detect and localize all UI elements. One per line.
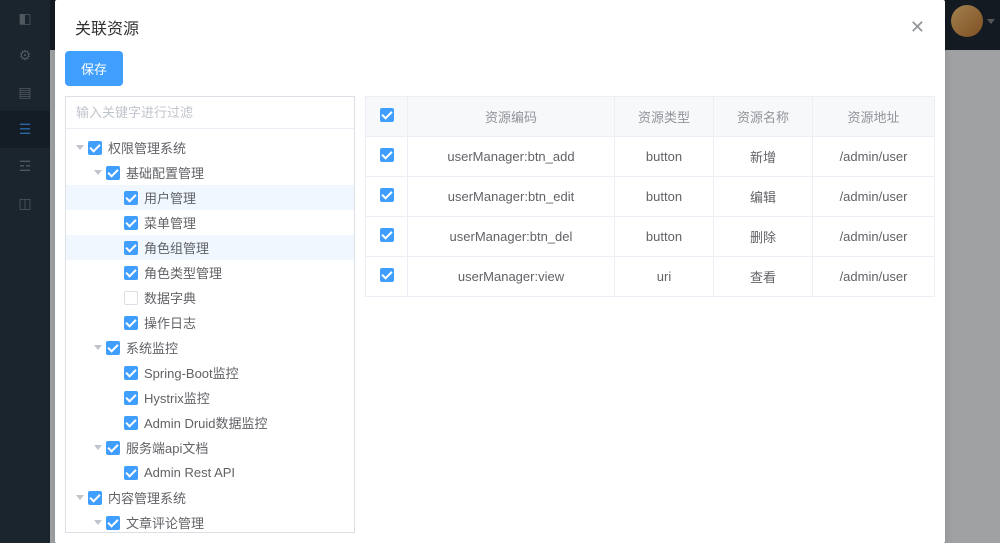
- tree-node-label: 菜单管理: [144, 213, 196, 232]
- chevron-down-icon[interactable]: [94, 170, 102, 175]
- dialog-body: 保存 权限管理系统基础配置管理用户管理菜单管理角色组管理角色类型管理数据字典操作…: [55, 51, 945, 543]
- row-checkbox[interactable]: [380, 228, 394, 242]
- cell-url: /admin/user: [813, 217, 935, 257]
- tree-node-label: 文章评论管理: [126, 513, 204, 532]
- tree-checkbox[interactable]: [106, 166, 120, 180]
- col-url: 资源地址: [813, 97, 935, 137]
- tree-checkbox[interactable]: [106, 341, 120, 355]
- tree-node[interactable]: Admin Druid数据监控: [66, 410, 354, 435]
- tree-node-label: 服务端api文档: [126, 438, 208, 457]
- tree-checkbox[interactable]: [106, 441, 120, 455]
- cell-name: 新增: [714, 137, 813, 177]
- cell-code: userManager:btn_del: [408, 217, 615, 257]
- table-header-checkbox[interactable]: [380, 108, 394, 122]
- tree-node[interactable]: 基础配置管理: [66, 160, 354, 185]
- tree-node[interactable]: 操作日志: [66, 310, 354, 335]
- tree-node[interactable]: 数据字典: [66, 285, 354, 310]
- tree-node-label: 数据字典: [144, 288, 196, 307]
- tree-checkbox[interactable]: [88, 141, 102, 155]
- tree-node-label: 操作日志: [144, 313, 196, 332]
- tree-checkbox[interactable]: [124, 466, 138, 480]
- tree-scroll[interactable]: 权限管理系统基础配置管理用户管理菜单管理角色组管理角色类型管理数据字典操作日志系…: [66, 129, 354, 532]
- col-name: 资源名称: [714, 97, 813, 137]
- dialog-link-resource: 关联资源 ✕ 保存 权限管理系统基础配置管理用户管理菜单管理角色组管理角色类型管…: [55, 0, 945, 543]
- col-type: 资源类型: [614, 97, 713, 137]
- cell-type: button: [614, 177, 713, 217]
- tree-node[interactable]: 内容管理系统: [66, 485, 354, 510]
- tree-checkbox[interactable]: [124, 291, 138, 305]
- table-panel: 资源编码 资源类型 资源名称 资源地址 userManager:btn_addb…: [365, 96, 935, 533]
- row-checkbox[interactable]: [380, 148, 394, 162]
- tree-checkbox[interactable]: [124, 241, 138, 255]
- chevron-down-icon[interactable]: [94, 445, 102, 450]
- tree-node[interactable]: Hystrix监控: [66, 385, 354, 410]
- tree-checkbox[interactable]: [124, 316, 138, 330]
- tree-node-label: 角色组管理: [144, 238, 209, 257]
- tree-node-label: 角色类型管理: [144, 263, 222, 282]
- cell-url: /admin/user: [813, 257, 935, 297]
- tree-node-label: Spring-Boot监控: [144, 363, 239, 382]
- tree-checkbox[interactable]: [124, 391, 138, 405]
- tree-node[interactable]: Admin Rest API: [66, 460, 354, 485]
- tree-checkbox[interactable]: [106, 516, 120, 530]
- chevron-down-icon[interactable]: [76, 495, 84, 500]
- chevron-down-icon[interactable]: [76, 145, 84, 150]
- tree-checkbox[interactable]: [124, 366, 138, 380]
- table-row: userManager:viewuri查看/admin/user: [366, 257, 935, 297]
- dialog-header: 关联资源 ✕: [55, 0, 945, 51]
- tree-node[interactable]: Spring-Boot监控: [66, 360, 354, 385]
- tree-node-label: 基础配置管理: [126, 163, 204, 182]
- col-code: 资源编码: [408, 97, 615, 137]
- tree-node[interactable]: 文章评论管理: [66, 510, 354, 532]
- cell-code: userManager:btn_add: [408, 137, 615, 177]
- cell-name: 查看: [714, 257, 813, 297]
- close-icon[interactable]: ✕: [910, 18, 925, 36]
- tree-node-label: Hystrix监控: [144, 388, 210, 407]
- cell-url: /admin/user: [813, 137, 935, 177]
- tree-node-label: Admin Druid数据监控: [144, 413, 268, 432]
- table-row: userManager:btn_delbutton删除/admin/user: [366, 217, 935, 257]
- row-checkbox[interactable]: [380, 268, 394, 282]
- tree-node[interactable]: 角色类型管理: [66, 260, 354, 285]
- chevron-down-icon[interactable]: [94, 520, 102, 525]
- cell-name: 删除: [714, 217, 813, 257]
- cell-type: button: [614, 217, 713, 257]
- cell-url: /admin/user: [813, 177, 935, 217]
- tree-node-label: 用户管理: [144, 188, 196, 207]
- table-row: userManager:btn_addbutton新增/admin/user: [366, 137, 935, 177]
- tree-checkbox[interactable]: [124, 191, 138, 205]
- tree-panel: 权限管理系统基础配置管理用户管理菜单管理角色组管理角色类型管理数据字典操作日志系…: [65, 96, 355, 533]
- tree-node-label: 权限管理系统: [108, 138, 186, 157]
- tree-node[interactable]: 系统监控: [66, 335, 354, 360]
- tree-checkbox[interactable]: [124, 416, 138, 430]
- tree-node-label: 内容管理系统: [108, 488, 186, 507]
- tree-node[interactable]: 菜单管理: [66, 210, 354, 235]
- cell-code: userManager:view: [408, 257, 615, 297]
- cell-type: uri: [614, 257, 713, 297]
- row-checkbox[interactable]: [380, 188, 394, 202]
- tree-node[interactable]: 用户管理: [66, 185, 354, 210]
- chevron-down-icon[interactable]: [94, 345, 102, 350]
- tree-node-label: Admin Rest API: [144, 465, 235, 480]
- tree-checkbox[interactable]: [124, 216, 138, 230]
- cell-name: 编辑: [714, 177, 813, 217]
- tree-checkbox[interactable]: [88, 491, 102, 505]
- save-button[interactable]: 保存: [65, 51, 123, 86]
- resource-table: 资源编码 资源类型 资源名称 资源地址 userManager:btn_addb…: [365, 96, 935, 297]
- tree-node[interactable]: 服务端api文档: [66, 435, 354, 460]
- cell-type: button: [614, 137, 713, 177]
- tree-node[interactable]: 角色组管理: [66, 235, 354, 260]
- cell-code: userManager:btn_edit: [408, 177, 615, 217]
- dialog-title: 关联资源: [75, 15, 139, 39]
- table-row: userManager:btn_editbutton编辑/admin/user: [366, 177, 935, 217]
- tree-node[interactable]: 权限管理系统: [66, 135, 354, 160]
- tree-checkbox[interactable]: [124, 266, 138, 280]
- tree-node-label: 系统监控: [126, 338, 178, 357]
- tree-filter-input[interactable]: [66, 97, 354, 129]
